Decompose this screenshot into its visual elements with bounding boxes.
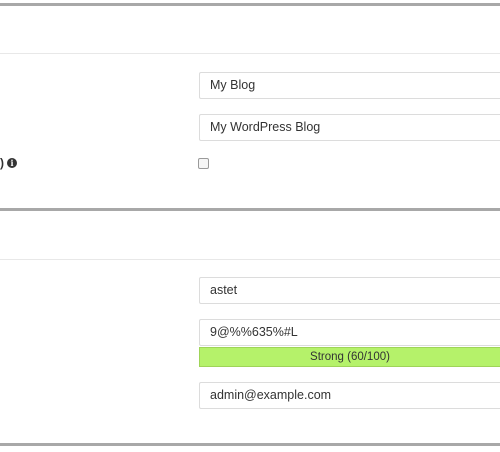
admin-header-divider	[0, 259, 500, 260]
settings-panel-top-border	[0, 3, 500, 6]
settings-header-divider	[0, 53, 500, 54]
admin-panel-top-border	[0, 208, 500, 211]
option-label: ) i	[0, 155, 17, 171]
option-label-text: )	[0, 156, 4, 170]
info-circle-icon[interactable]: i	[7, 158, 17, 168]
admin-email-input[interactable]: admin@example.com	[199, 382, 500, 409]
admin-panel-bottom-border	[0, 443, 500, 446]
admin-password-input[interactable]: 9@%%635%#L	[199, 319, 500, 346]
admin-username-input[interactable]: astet	[199, 277, 500, 304]
option-checkbox[interactable]	[198, 158, 209, 169]
site-description-input[interactable]: My WordPress Blog	[199, 114, 500, 141]
password-strength-label: Strong (60/100)	[310, 351, 390, 363]
site-name-input[interactable]: My Blog	[199, 72, 500, 99]
password-strength-meter: Strong (60/100)	[199, 347, 500, 367]
